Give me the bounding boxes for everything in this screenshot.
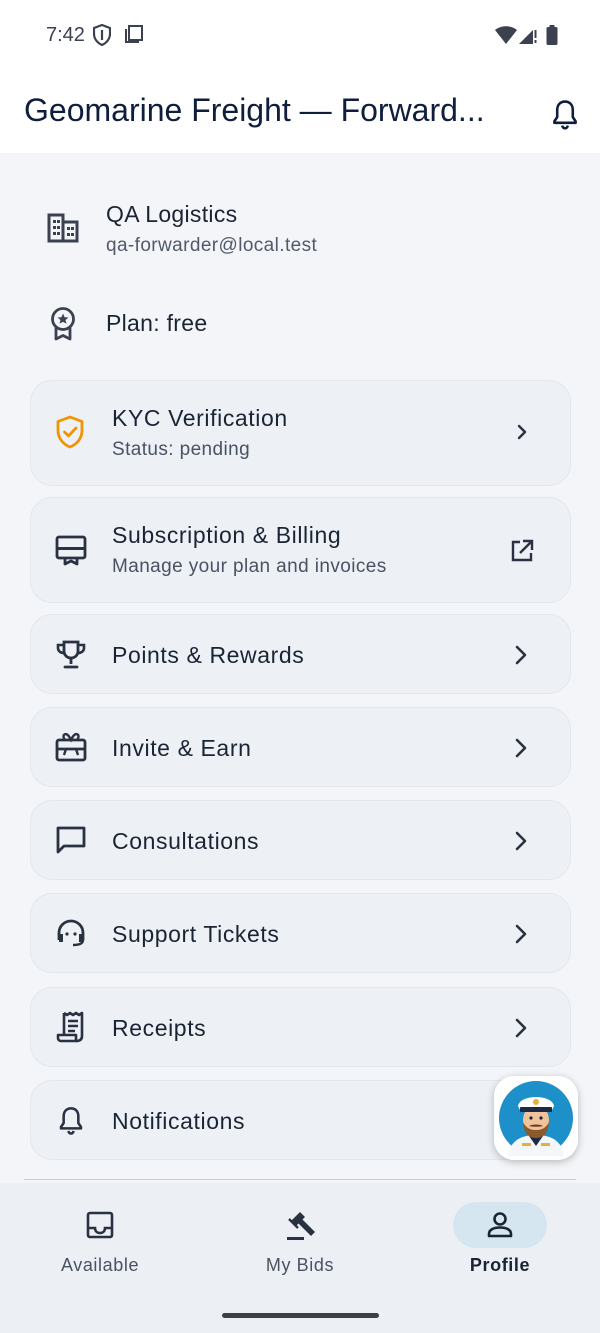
clipboard-icon	[124, 24, 144, 49]
bell-icon	[55, 1105, 87, 1142]
nav-profile[interactable]: Profile	[400, 1183, 600, 1293]
kyc-verification-card[interactable]: KYC Verification Status: pending	[30, 380, 571, 486]
company-info: QA Logistics qa-forwarder@local.test	[0, 193, 600, 273]
consultations-card[interactable]: Consultations	[30, 800, 571, 880]
support-tickets-card[interactable]: Support Tickets	[30, 893, 571, 973]
nav-label: Available	[60, 1255, 140, 1275]
plan-info: Plan: free	[0, 299, 600, 349]
captain-avatar-icon	[499, 1081, 573, 1156]
divider	[24, 1179, 576, 1180]
nav-my-bids[interactable]: My Bids	[200, 1183, 400, 1293]
invite-earn-card[interactable]: Invite & Earn	[30, 707, 571, 787]
company-name: QA Logistics	[106, 201, 238, 227]
status-time: 7:42	[46, 24, 85, 46]
subscription-subtitle: Manage your plan and invoices	[112, 556, 387, 577]
home-indicator[interactable]	[222, 1313, 379, 1318]
assistant-fab-button[interactable]	[494, 1076, 578, 1160]
chevron-right-icon	[509, 1016, 533, 1045]
inbox-icon	[86, 1211, 114, 1239]
building-icon	[46, 213, 80, 248]
chevron-right-icon	[509, 643, 533, 672]
app-bar: Geomarine Freight — Forward...	[0, 72, 600, 153]
notifications-title: Notifications	[112, 1108, 246, 1134]
receipts-title: Receipts	[112, 1015, 207, 1041]
points-title: Points & Rewards	[112, 642, 305, 668]
support-title: Support Tickets	[112, 921, 280, 947]
person-icon	[487, 1212, 513, 1238]
points-rewards-card[interactable]: Points & Rewards	[30, 614, 571, 694]
wifi-icon	[495, 26, 517, 49]
open-in-new-icon	[509, 538, 535, 569]
kyc-status: Status: pending	[112, 439, 251, 460]
receipt-icon	[55, 1010, 87, 1049]
nav-available[interactable]: Available	[0, 1183, 200, 1293]
chevron-right-icon	[509, 829, 533, 858]
chevron-right-icon	[515, 423, 529, 446]
status-bar: 7:42	[0, 0, 600, 72]
trophy-icon	[55, 639, 87, 676]
battery-icon	[546, 25, 558, 50]
shield-check-icon	[55, 415, 85, 454]
gift-card-icon	[55, 732, 87, 767]
consultations-title: Consultations	[112, 828, 260, 854]
support-agent-icon	[55, 918, 87, 953]
plan-label: Plan: free	[106, 310, 208, 336]
chat-bubble-icon	[55, 825, 87, 860]
chevron-right-icon	[509, 922, 533, 951]
bottom-navigation: Available My Bids Profile	[0, 1183, 600, 1333]
nav-label: Profile	[469, 1255, 531, 1275]
notifications-card[interactable]: Notifications	[30, 1080, 571, 1160]
kyc-title: KYC Verification	[112, 405, 288, 431]
page-title: Geomarine Freight — Forward...	[24, 92, 485, 128]
subscription-billing-card[interactable]: Subscription & Billing Manage your plan …	[30, 497, 571, 603]
invite-title: Invite & Earn	[112, 735, 252, 761]
signal-icon	[519, 26, 537, 49]
subscription-title: Subscription & Billing	[112, 522, 342, 548]
bell-icon[interactable]	[548, 98, 582, 137]
gavel-icon	[287, 1212, 315, 1240]
company-email: qa-forwarder@local.test	[106, 235, 318, 256]
vpn-shield-icon	[92, 23, 112, 51]
chevron-right-icon	[509, 736, 533, 765]
profile-content: QA Logistics qa-forwarder@local.test Pla…	[0, 153, 600, 1183]
award-badge-icon	[50, 307, 76, 346]
receipts-card[interactable]: Receipts	[30, 987, 571, 1067]
card-membership-icon	[55, 534, 87, 571]
nav-label: My Bids	[265, 1255, 335, 1275]
